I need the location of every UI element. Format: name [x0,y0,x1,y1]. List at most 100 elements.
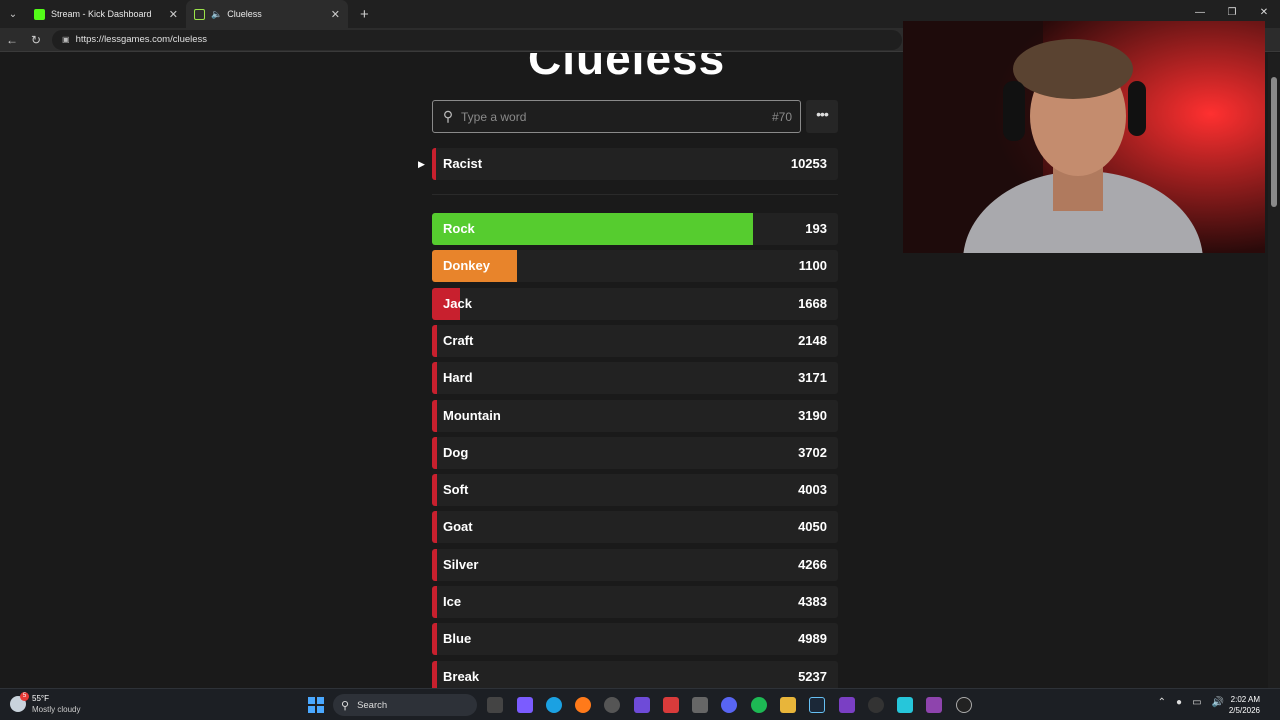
chevron-up-icon[interactable]: ⌃ [1158,697,1166,708]
guess-row: Ice 4383 [432,586,838,618]
windows-taskbar: 5 55°F Mostly cloudy ⚲ Search ⌃ ● ▭ 🔊 2:… [0,688,1280,720]
close-tab-icon[interactable]: ✕ [331,8,340,21]
guess-row: Mountain 3190 [432,400,838,432]
guess-score: 4050 [798,519,827,534]
reload-icon[interactable]: ↻ [24,33,48,47]
tab-list-icon[interactable]: ⌄ [0,0,26,28]
divider [432,194,838,195]
app-icon[interactable] [868,697,884,713]
page-title: Clueless [528,53,726,84]
guess-score: 3702 [798,445,827,460]
guess-score: 4383 [798,594,827,609]
guess-word: Ice [443,594,462,609]
guess-score: 193 [805,221,827,236]
weather-widget[interactable]: 5 55°F Mostly cloudy [10,692,81,715]
guess-proximity-bar [432,325,437,357]
app-icon[interactable] [956,697,972,713]
spotify-icon[interactable] [751,697,767,713]
weather-desc: Mostly cloudy [32,705,81,714]
guess-row: Silver 4266 [432,549,838,581]
volume-icon[interactable]: 🔊 [1212,697,1224,708]
file-explorer-icon[interactable] [780,697,796,713]
more-options-button[interactable]: ••• [806,100,838,133]
guess-word: Rock [443,221,475,236]
system-tray: ⌃ ● ▭ 🔊 [1158,697,1224,708]
webcam-overlay [903,21,1265,253]
site-info-icon[interactable]: ▣ [62,35,70,44]
guess-proximity-bar [432,213,753,245]
guess-score: 1100 [798,258,827,273]
clueless-favicon-icon [194,8,205,20]
url-field[interactable]: ▣ https://lessgames.com/clueless [52,29,902,50]
guess-score: 4989 [798,631,827,646]
guess-row: Soft 4003 [432,474,838,506]
last-guess-bar [432,148,436,180]
app-icon[interactable] [897,697,913,713]
microphone-icon[interactable]: ● [1176,697,1182,708]
new-tab-icon[interactable]: + [360,6,369,23]
guess-row: Donkey 1100 [432,250,838,282]
kick-favicon-icon [34,8,45,20]
task-view-icon[interactable] [487,697,503,713]
tab-title: Clueless [227,9,262,19]
firefox-icon[interactable] [575,697,591,713]
start-button[interactable] [308,697,324,713]
scrollbar-thumb[interactable] [1271,77,1277,207]
tab-title: Stream - Kick Dashboard [51,9,152,19]
url-text: https://lessgames.com/clueless [75,34,208,45]
system-clock[interactable]: 2:02 AM 2/5/2026 [1229,694,1260,716]
guess-score: 3190 [798,408,827,423]
guess-score: 4266 [798,557,827,572]
copilot-icon[interactable] [517,697,533,713]
play-triangle-icon: ▶ [418,159,425,169]
guess-score: 4003 [798,482,827,497]
guess-word: Soft [443,482,469,497]
search-icon: ⚲ [442,108,454,124]
last-guess-score: 10253 [790,156,827,171]
guess-row: Rock 193 [432,213,838,245]
back-icon[interactable]: ← [0,33,24,47]
display-icon[interactable]: ▭ [1192,697,1201,708]
fx-icon[interactable] [926,697,942,713]
guess-row: Dog 3702 [432,437,838,469]
notification-badge: 5 [20,692,29,701]
steam-icon[interactable] [809,697,825,713]
guess-word: Dog [443,445,469,460]
guess-row: Goat 4050 [432,511,838,543]
guess-score: 3171 [798,370,827,385]
taskbar-search[interactable]: ⚲ Search [333,694,477,716]
guess-row: Craft 2148 [432,325,838,357]
music-icon[interactable] [692,697,708,713]
last-guess-row: Racist 10253 [432,148,838,180]
guess-score: 2148 [798,333,827,348]
obs-icon[interactable] [604,697,620,713]
game-number: #70 [771,109,792,124]
weather-temp: 55°F [32,694,49,703]
app-icon[interactable] [634,697,650,713]
guess-proximity-bar [432,511,437,543]
guess-proximity-bar [432,623,437,655]
app-icon[interactable] [839,697,855,713]
page-scrollbar[interactable] [1268,53,1280,688]
search-placeholder: Type a word [461,109,527,124]
guess-proximity-bar [432,549,437,581]
tab-clueless[interactable]: 🔈 Clueless ✕ [186,0,348,28]
discord-icon[interactable] [721,697,737,713]
app-icon[interactable] [663,697,679,713]
guess-proximity-bar [432,437,437,469]
speaker-icon[interactable]: 🔈 [211,9,222,20]
tab-kick-dashboard[interactable]: Stream - Kick Dashboard ✕ [26,0,186,28]
guess-word: Jack [443,296,472,311]
guess-word: Donkey [443,258,490,273]
word-search-input[interactable]: ⚲ Type a word #70 [432,100,801,133]
clock-time: 2:02 AM [1230,695,1260,704]
close-tab-icon[interactable]: ✕ [169,8,178,21]
guess-score: 1668 [798,296,827,311]
guess-word: Silver [443,557,479,572]
weather-cloud-icon: 5 [10,692,29,712]
guess-score: 5237 [798,669,827,684]
guess-proximity-bar [432,474,437,506]
edge-icon[interactable] [546,697,562,713]
guess-proximity-bar [432,400,437,432]
guess-proximity-bar [432,661,437,688]
